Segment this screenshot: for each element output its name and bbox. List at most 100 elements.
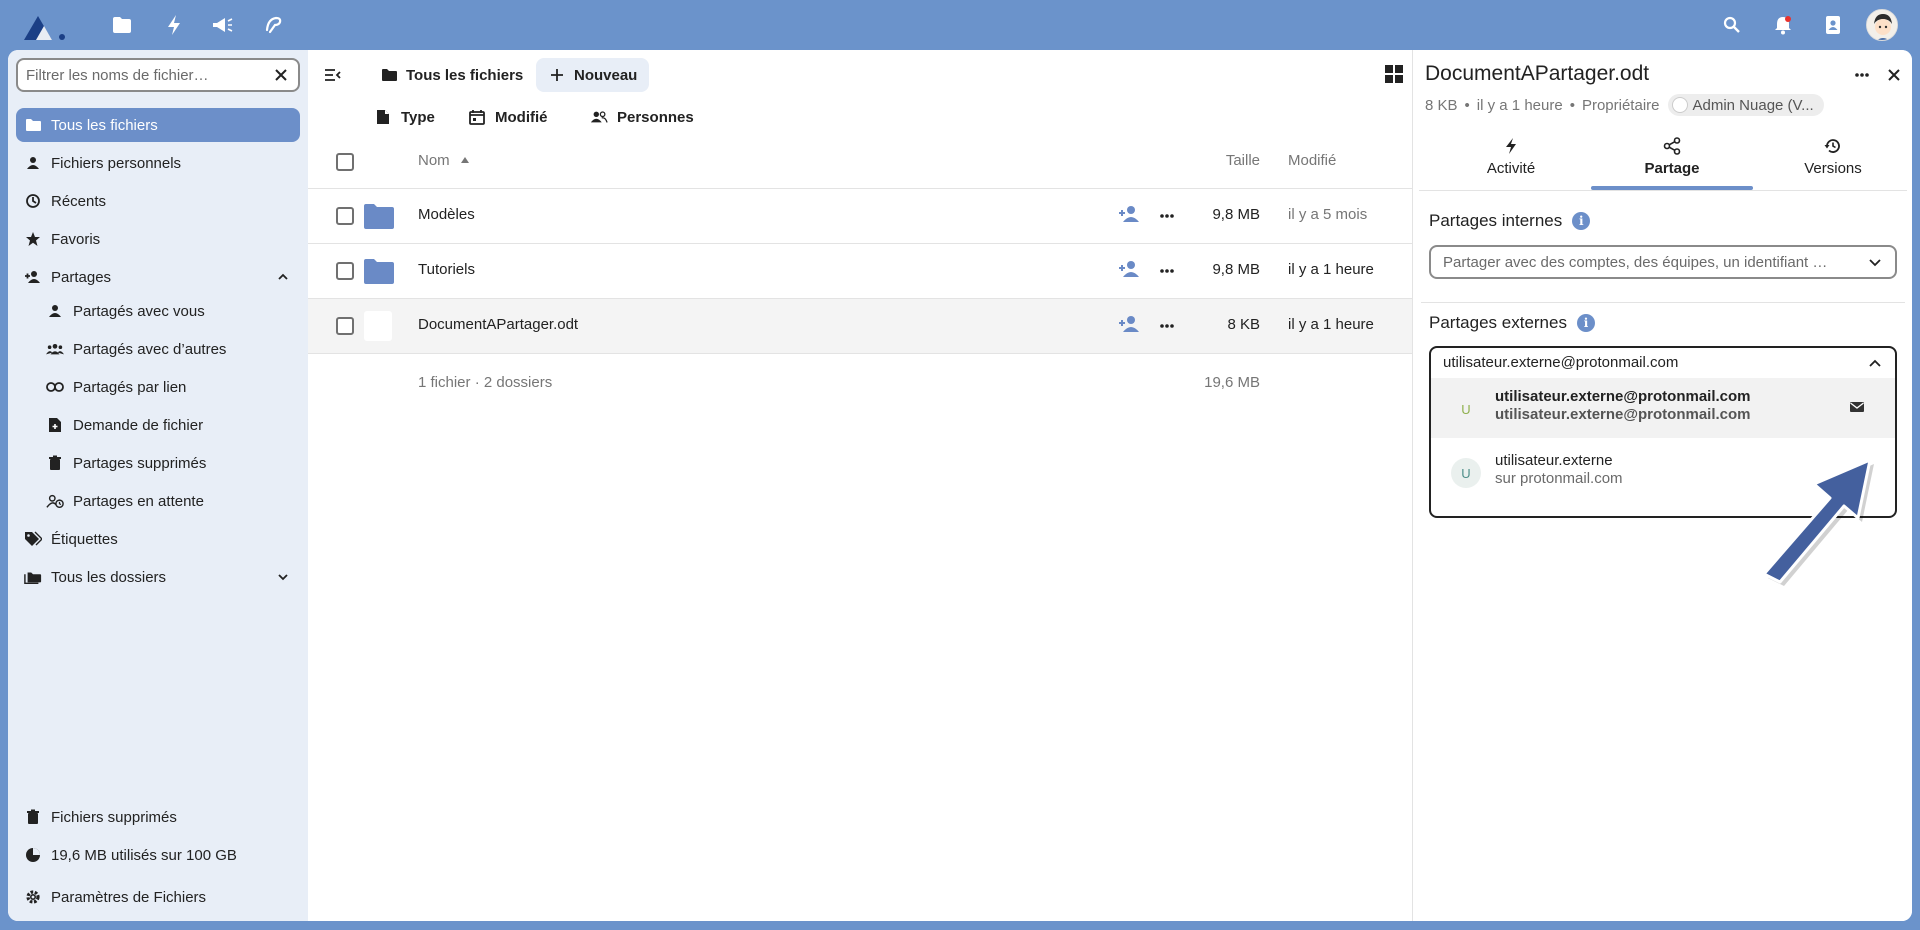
sidebar-item-shared-with-others[interactable]: Partagés avec d’autres: [16, 332, 300, 366]
sidebar-item-shares[interactable]: Partages: [16, 260, 300, 294]
sidebar-item-personal-files[interactable]: Fichiers personnels: [16, 146, 300, 180]
file-request-icon: [46, 416, 64, 434]
sidebar-item-all-files[interactable]: Tous les fichiers: [16, 108, 300, 142]
new-button[interactable]: Nouveau: [536, 58, 650, 92]
avatar: [1671, 97, 1688, 113]
column-header-name[interactable]: Nom: [418, 152, 470, 169]
tab-sharing[interactable]: Partage: [1592, 132, 1752, 182]
sidebar-item-shared-by-link[interactable]: Partagés par lien: [16, 370, 300, 404]
sidebar-item-deleted-shares[interactable]: Partages supprimés: [16, 446, 300, 480]
sidebar-item-tags[interactable]: Étiquettes: [16, 522, 300, 556]
info-icon[interactable]: i: [1572, 212, 1591, 230]
tab-activity[interactable]: Activité: [1431, 132, 1591, 182]
section-title: Partages internes: [1429, 211, 1563, 230]
chevron-up-icon[interactable]: [1867, 356, 1883, 372]
more-actions-icon[interactable]: [1156, 315, 1178, 337]
search-icon[interactable]: [1720, 13, 1744, 37]
row-checkbox[interactable]: [336, 207, 354, 225]
announcements-icon[interactable]: [210, 12, 234, 38]
more-actions-icon[interactable]: [1156, 205, 1178, 227]
sidebar-item-label: Partages: [51, 268, 112, 286]
sidebar-item-label: Tous les fichiers: [51, 116, 158, 134]
trash-icon: [24, 808, 42, 826]
grid-view-icon[interactable]: [1384, 64, 1406, 86]
nextcloud-logo-icon[interactable]: [22, 10, 70, 42]
mail-icon: [1849, 400, 1865, 416]
toggle-sidebar-icon[interactable]: [322, 64, 344, 86]
more-actions-icon[interactable]: [1156, 260, 1178, 282]
tab-versions[interactable]: Versions: [1753, 132, 1912, 182]
column-header-size[interactable]: Taille: [1226, 152, 1260, 169]
share-user-icon[interactable]: [1118, 315, 1140, 337]
chevron-down-icon[interactable]: [276, 570, 290, 584]
sidebar-item-pending-shares[interactable]: Partages en attente: [16, 484, 300, 518]
modified-filter[interactable]: Modifié: [468, 100, 548, 134]
list-summary-counts: 1 fichier · 2 dossiers: [418, 374, 553, 391]
sidebar-item-file-request[interactable]: Demande de fichier: [16, 408, 300, 442]
sidebar-item-label: Partagés avec d’autres: [73, 340, 227, 358]
people-filter[interactable]: Personnes: [590, 100, 694, 134]
sidebar-files-settings[interactable]: Paramètres de Fichiers: [16, 880, 300, 914]
external-share-combobox[interactable]: utilisateur.externe@protonmail.com U uti…: [1429, 346, 1897, 518]
folder-icon: [363, 202, 395, 230]
internal-share-select[interactable]: Partager avec des comptes, des équipes, …: [1429, 245, 1897, 279]
column-header-modified[interactable]: Modifié: [1288, 152, 1336, 169]
sidebar-item-label: Demande de fichier: [73, 416, 204, 434]
sidebar-item-shared-with-you[interactable]: Partagés avec vous: [16, 294, 300, 328]
details-owner-label: Propriétaire: [1581, 96, 1660, 114]
history-icon: [1823, 136, 1843, 156]
history-icon: [24, 192, 42, 210]
share-user-icon[interactable]: [1118, 205, 1140, 227]
select-all-checkbox[interactable]: [336, 153, 354, 171]
sidebar-deleted-files[interactable]: Fichiers supprimés: [16, 800, 300, 834]
activity-icon[interactable]: [162, 12, 186, 38]
row-checkbox[interactable]: [336, 317, 354, 335]
share-person-icon: [24, 268, 42, 286]
files-icon[interactable]: [110, 12, 134, 38]
row-checkbox[interactable]: [336, 262, 354, 280]
notes-icon[interactable]: [262, 12, 286, 38]
file-name[interactable]: Tutoriels: [418, 261, 475, 278]
sidebar-item-label: Fichiers supprimés: [51, 808, 177, 826]
table-row[interactable]: Modèles 9,8 MB il y a 5 mois: [308, 189, 1412, 243]
chevron-up-icon[interactable]: [276, 270, 290, 284]
app-window: Filtrer les noms de fichier… Tous les fi…: [8, 50, 1912, 921]
sidebar-item-all-folders[interactable]: Tous les dossiers: [16, 560, 300, 594]
type-filter[interactable]: Type: [374, 100, 435, 134]
table-row[interactable]: Tutoriels 9,8 MB il y a 1 heure: [308, 244, 1412, 298]
more-actions-icon[interactable]: [1851, 64, 1873, 86]
internal-shares-heading: Partages internes i: [1429, 211, 1591, 231]
details-size: 8 KB: [1425, 96, 1458, 114]
external-share-input[interactable]: utilisateur.externe@protonmail.com: [1443, 354, 1678, 371]
contacts-icon[interactable]: [1821, 13, 1845, 37]
share-user-icon[interactable]: [1118, 260, 1140, 282]
file-size: 8 KB: [1227, 316, 1260, 333]
breadcrumb-all-files[interactable]: Tous les fichiers: [380, 58, 523, 92]
share-icon: [1662, 136, 1682, 156]
suggestion-subtitle: sur protonmail.com: [1495, 470, 1623, 487]
filter-label: Type: [401, 108, 435, 126]
close-icon[interactable]: [1883, 64, 1905, 86]
files-sidebar: Filtrer les noms de fichier… Tous les fi…: [8, 50, 308, 921]
filename-filter-input[interactable]: Filtrer les noms de fichier…: [16, 58, 300, 92]
sidebar-item-label: Paramètres de Fichiers: [51, 888, 207, 906]
details-time: il y a 1 heure: [1476, 96, 1563, 114]
share-suggestion-email[interactable]: U utilisateur.externe@protonmail.com uti…: [1431, 378, 1895, 438]
close-icon[interactable]: [272, 66, 290, 84]
notifications-icon[interactable]: [1771, 13, 1795, 37]
owner-chip[interactable]: Admin Nuage (V...: [1667, 94, 1824, 116]
table-row[interactable]: DocumentAPartager.odt 8 KB il y a 1 heur…: [308, 299, 1412, 353]
user-avatar[interactable]: [1866, 9, 1898, 41]
suggestion-title: utilisateur.externe: [1495, 452, 1613, 469]
sidebar-item-label: Fichiers personnels: [51, 154, 182, 172]
activity-icon: [1501, 136, 1521, 156]
file-name[interactable]: Modèles: [418, 206, 475, 223]
file-size: 9,8 MB: [1212, 206, 1260, 223]
filter-label: Modifié: [495, 108, 548, 126]
file-name[interactable]: DocumentAPartager.odt: [418, 316, 578, 333]
owner-name: Admin Nuage (V...: [1692, 96, 1814, 114]
info-icon[interactable]: i: [1576, 314, 1595, 332]
sidebar-item-recent[interactable]: Récents: [16, 184, 300, 218]
sidebar-item-favorites[interactable]: Favoris: [16, 222, 300, 256]
share-suggestion-federated[interactable]: U utilisateur.externe sur protonmail.com: [1431, 442, 1895, 502]
